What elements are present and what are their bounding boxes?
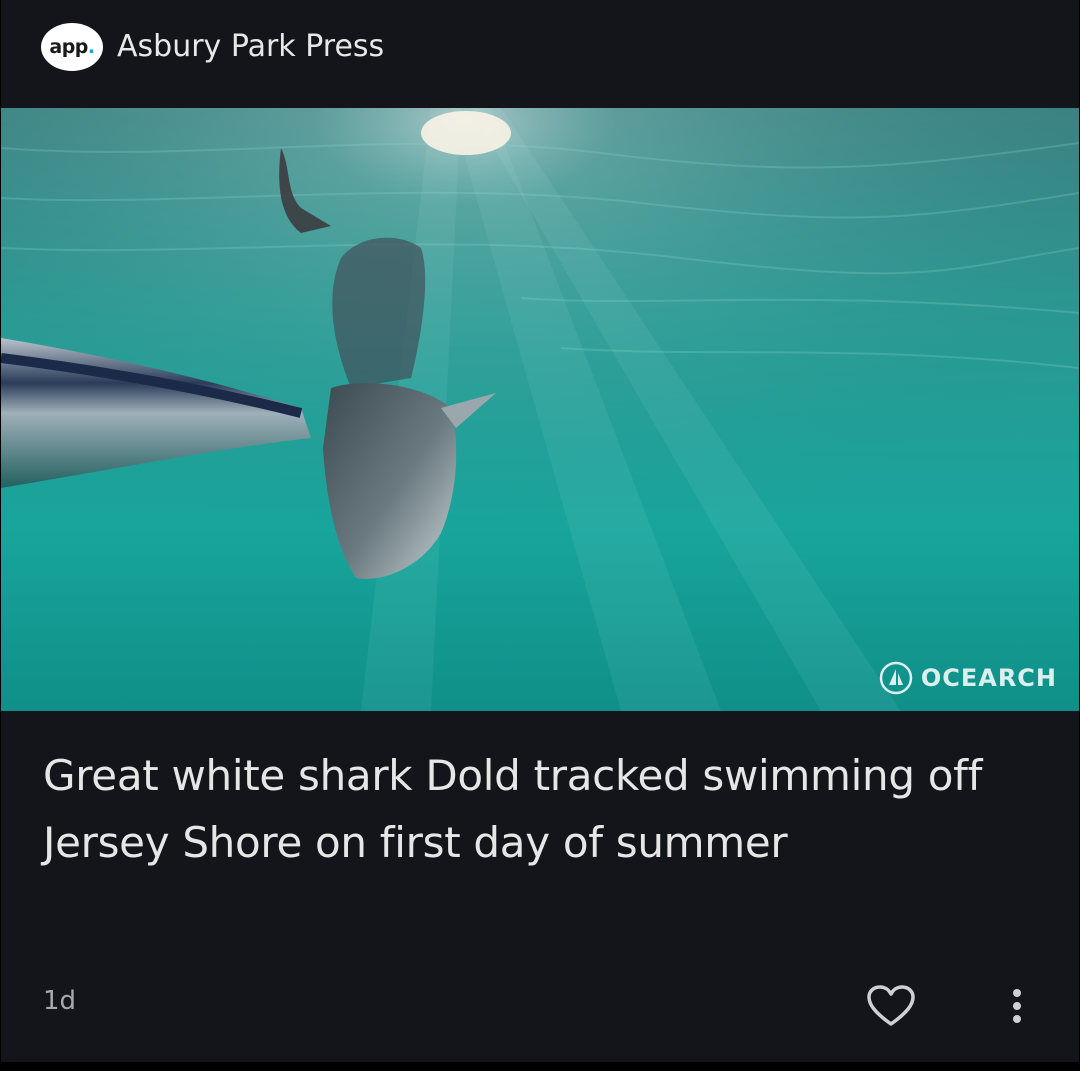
article-image[interactable]: OCEARCH [1,108,1079,711]
source-header[interactable]: app. Asbury Park Press [1,0,1079,108]
more-options-button[interactable] [997,980,1037,1032]
source-name[interactable]: Asbury Park Press [117,27,384,67]
article-age: 1d [43,986,77,1016]
like-button[interactable] [863,980,919,1032]
heart-outline-icon [867,985,915,1026]
image-watermark: OCEARCH [879,661,1057,695]
article-headline[interactable]: Great white shark Dold tracked swimming … [43,742,1043,876]
news-card[interactable]: app. Asbury Park Press OCEARCH Great whi… [1,0,1079,1062]
source-logo: app. [41,23,103,71]
vertical-dots-icon [1013,989,1021,1023]
ocearch-logo-icon [879,661,913,695]
